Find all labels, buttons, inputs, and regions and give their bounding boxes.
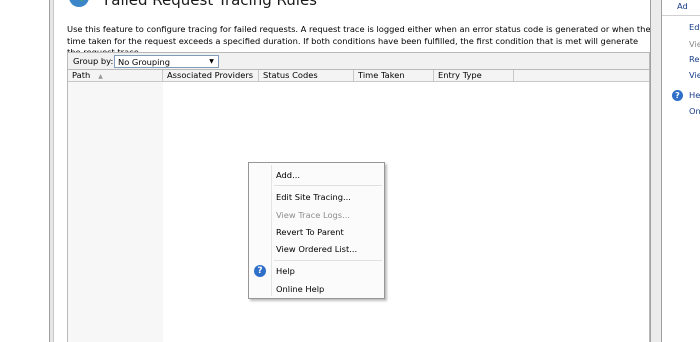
column-header-path[interactable]: Path ▲ [68,70,163,81]
action-revert[interactable]: Re [689,54,700,64]
action-view-disabled: Vie [689,39,700,49]
action-help[interactable]: He [689,90,700,100]
action-add[interactable]: Ad [677,1,688,11]
menu-icon-gutter [271,165,272,296]
menu-item-add[interactable]: Add... [276,168,300,182]
menu-separator [274,260,382,261]
column-header-time-taken[interactable]: Time Taken [354,70,434,81]
menu-item-help[interactable]: Help [276,264,295,278]
column-header-status-codes[interactable]: Status Codes [259,70,354,81]
grid-header: Path ▲ Associated Providers Status Codes … [68,70,649,82]
menu-item-view-trace-logs: View Trace Logs... [276,210,351,220]
page-title: Failed Request Tracing Rules [104,0,317,9]
sort-ascending-icon: ▲ [98,73,103,80]
connections-pane [0,0,49,342]
chevron-down-icon[interactable]: ▼ [205,56,218,67]
action-view-ordered[interactable]: Vie [689,70,700,80]
menu-item-online-help[interactable]: Online Help [276,282,324,296]
menu-separator [274,185,382,186]
filter-toolbar: Group by: No Grouping ▼ [67,52,650,70]
action-edit[interactable]: Edi [689,22,700,32]
column-header-entry-type[interactable]: Entry Type [434,70,514,81]
actions-pane: Ad Edi Vie Re Vie ? He On [662,0,700,342]
context-menu: Add... Edit Site Tracing... View Trace L… [248,162,385,299]
group-by-dropdown[interactable]: No Grouping ▼ [114,55,219,68]
menu-item-revert-to-parent[interactable]: Revert To Parent [276,225,344,239]
help-icon: ? [254,265,266,277]
divider [662,15,700,16]
column-header-associated-providers[interactable]: Associated Providers [163,70,259,81]
menu-item-view-ordered-list[interactable]: View Ordered List... [276,242,357,256]
right-splitter[interactable] [650,0,662,342]
action-online-help[interactable]: On [689,106,700,116]
path-column-body [68,82,163,342]
globe-icon [69,0,89,7]
help-icon: ? [672,90,683,101]
menu-item-edit-site-tracing[interactable]: Edit Site Tracing... [276,190,351,204]
group-by-value: No Grouping [118,57,171,67]
group-by-label: Group by: [73,56,114,66]
